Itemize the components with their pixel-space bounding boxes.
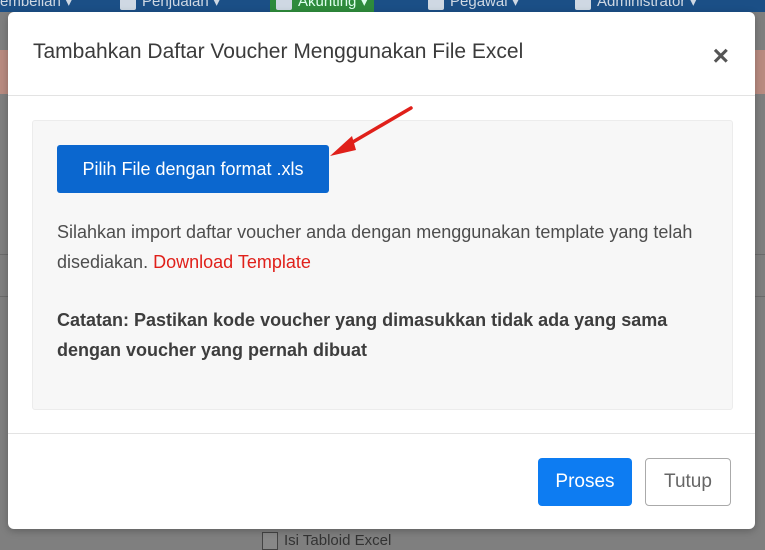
tutup-button[interactable]: Tutup bbox=[645, 458, 731, 506]
modal-header: Tambahkan Daftar Voucher Menggunakan Fil… bbox=[8, 12, 755, 96]
nav-item-administrator: Administrator ▾ bbox=[575, 0, 697, 12]
modal-title: Tambahkan Daftar Voucher Menggunakan Fil… bbox=[33, 40, 524, 63]
close-icon[interactable]: × bbox=[713, 42, 729, 70]
nav-item-penjualan: Penjualan ▾ bbox=[120, 0, 220, 12]
choose-file-button[interactable]: Pilih File dengan format .xls bbox=[57, 145, 329, 193]
background-navbar: embelian ▾ Penjualan ▾ Akunting ▾ Pegawa… bbox=[0, 0, 765, 12]
nav-item-pembelian: embelian ▾ bbox=[0, 0, 73, 10]
import-description: Silahkan import daftar voucher anda deng… bbox=[57, 217, 717, 277]
nav-item-akunting: Akunting ▾ bbox=[270, 0, 375, 12]
background-export-item: Isi Tabloid Excel bbox=[262, 532, 391, 550]
download-template-link[interactable]: Download Template bbox=[153, 252, 311, 272]
gear-icon bbox=[575, 0, 591, 11]
nav-item-pegawai: Pegawai ▾ bbox=[428, 0, 519, 12]
modal-footer-divider bbox=[8, 433, 755, 434]
import-voucher-modal: Tambahkan Daftar Voucher Menggunakan Fil… bbox=[8, 12, 755, 529]
users-icon bbox=[428, 0, 444, 11]
note-text: Catatan: Pastikan kode voucher yang dima… bbox=[57, 310, 668, 360]
cart-icon bbox=[120, 0, 136, 11]
annotation-arrow-icon bbox=[330, 106, 413, 156]
proses-button[interactable]: Proses bbox=[538, 458, 632, 506]
file-icon bbox=[262, 532, 278, 550]
money-icon bbox=[276, 0, 292, 11]
